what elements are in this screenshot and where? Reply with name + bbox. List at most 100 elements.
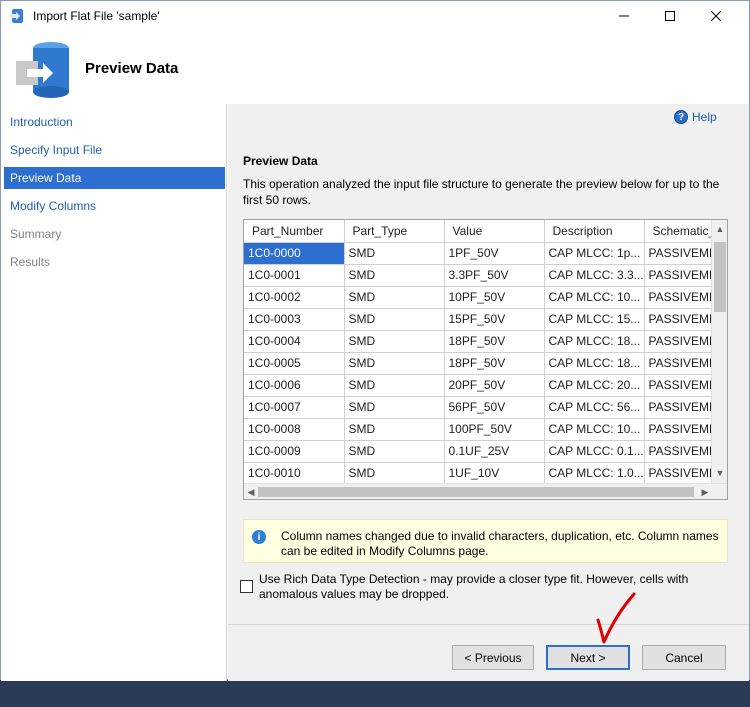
vertical-scroll-thumb[interactable]	[714, 242, 726, 312]
import-flat-file-icon	[10, 9, 23, 23]
table-cell[interactable]: CAP MLCC: 15...	[544, 308, 645, 331]
minimize-button[interactable]	[601, 1, 647, 31]
sidebar-item-specify-input-file[interactable]: Specify Input File	[4, 139, 225, 161]
table-cell[interactable]: CAP MLCC: 56...	[544, 396, 645, 419]
horizontal-scrollbar[interactable]: ◀ ▶	[244, 483, 727, 499]
previous-button[interactable]: < Previous	[452, 645, 534, 670]
column-header[interactable]: Description	[544, 220, 645, 243]
scroll-down-icon[interactable]: ▼	[712, 468, 727, 482]
close-button[interactable]	[693, 1, 739, 31]
table-cell[interactable]: SMD	[344, 396, 445, 419]
table-cell[interactable]: 10PF_50V	[444, 286, 545, 309]
info-icon: i	[252, 530, 266, 544]
table-cell[interactable]: 20PF_50V	[444, 374, 545, 397]
table-cell[interactable]: SMD	[344, 242, 445, 265]
column-header[interactable]: Part_Type	[344, 220, 445, 243]
table-cell[interactable]: 1C0-0005	[244, 352, 345, 375]
table-cell[interactable]: CAP MLCC: 3.3...	[544, 264, 645, 287]
table-cell[interactable]: 18PF_50V	[444, 352, 545, 375]
rich-data-type-label[interactable]: Use Rich Data Type Detection - may provi…	[259, 572, 729, 602]
table-cell[interactable]: SMD	[344, 374, 445, 397]
scroll-left-icon[interactable]: ◀	[244, 484, 258, 499]
table-row[interactable]: 1C0-0005 SMD 18PF_50V CAP MLCC: 18... PASSIV…	[244, 352, 727, 375]
table-cell[interactable]: SMD	[344, 264, 445, 287]
column-header[interactable]: Part_Number	[244, 220, 345, 243]
footer-divider	[228, 624, 749, 625]
table-cell[interactable]: 1C0-0008	[244, 418, 345, 441]
table-cell[interactable]: SMD	[344, 418, 445, 441]
table-header-row: Part_Number Part_Type Value Description …	[244, 220, 727, 243]
table-row[interactable]: 1C0-0000 SMD 1PF_50V CAP MLCC: 1p... PASSIVE…	[244, 242, 727, 265]
page-title: Preview Data	[85, 60, 179, 77]
sidebar-item-results: Results	[10, 255, 51, 269]
table-cell[interactable]: CAP MLCC: 0.1...	[544, 440, 645, 463]
table-cell[interactable]: 1C0-0000	[244, 242, 345, 265]
table-cell[interactable]: 18PF_50V	[444, 330, 545, 353]
table-row[interactable]: 1C0-0002 SMD 10PF_50V CAP MLCC: 10... PASSIV…	[244, 286, 727, 309]
table-cell[interactable]: 56PF_50V	[444, 396, 545, 419]
scroll-up-icon[interactable]: ▲	[712, 224, 727, 238]
table-cell[interactable]: 15PF_50V	[444, 308, 545, 331]
table-cell[interactable]: 1C0-0004	[244, 330, 345, 353]
maximize-icon	[665, 11, 675, 21]
sidebar-item-introduction[interactable]: Introduction	[4, 111, 225, 133]
table-cell[interactable]: CAP MLCC: 20...	[544, 374, 645, 397]
vertical-scrollbar[interactable]: ▲ ▼	[711, 220, 727, 484]
section-title: Preview Data	[243, 154, 318, 168]
cancel-button[interactable]: Cancel	[642, 645, 726, 670]
help-link[interactable]: ? Help	[674, 110, 717, 124]
maximize-button[interactable]	[647, 1, 693, 31]
table-row[interactable]: 1C0-0003 SMD 15PF_50V CAP MLCC: 15... PASSIV…	[244, 308, 727, 331]
table-cell[interactable]: SMD	[344, 286, 445, 309]
table-cell[interactable]: 1C0-0002	[244, 286, 345, 309]
table-row[interactable]: 1C0-0001 SMD 3.3PF_50V CAP MLCC: 3.3... PASS…	[244, 264, 727, 287]
table-cell[interactable]: 1C0-0006	[244, 374, 345, 397]
title-bar: Import Flat File 'sample'	[1, 1, 749, 31]
import-flat-file-window: Import Flat File 'sample' Preview Data I…	[0, 0, 750, 681]
help-icon: ?	[674, 110, 688, 124]
red-checkmark-icon	[596, 592, 636, 644]
rich-data-type-checkbox[interactable]	[240, 580, 253, 593]
column-header[interactable]: Value	[444, 220, 545, 243]
info-message: Column names changed due to invalid char…	[281, 529, 719, 558]
table-cell[interactable]: 100PF_50V	[444, 418, 545, 441]
table-cell[interactable]: 1C0-0003	[244, 308, 345, 331]
preview-data-grid[interactable]: Part_Number Part_Type Value Description …	[243, 219, 728, 500]
scroll-right-icon[interactable]: ▶	[698, 484, 712, 499]
horizontal-scroll-thumb[interactable]	[258, 487, 694, 497]
table-cell[interactable]: SMD	[344, 352, 445, 375]
table-row[interactable]: 1C0-0009 SMD 0.1UF_25V CAP MLCC: 0.1... PASS…	[244, 440, 727, 463]
table-cell[interactable]: CAP MLCC: 18...	[544, 352, 645, 375]
table-cell[interactable]: 1PF_50V	[444, 242, 545, 265]
table-cell[interactable]: 1UF_10V	[444, 462, 545, 485]
table-cell[interactable]: SMD	[344, 330, 445, 353]
table-row[interactable]: 1C0-0007 SMD 56PF_50V CAP MLCC: 56... PASSIV…	[244, 396, 727, 419]
table-cell[interactable]: CAP MLCC: 18...	[544, 330, 645, 353]
table-cell[interactable]: SMD	[344, 462, 445, 485]
sidebar-item-preview-data[interactable]: Preview Data	[4, 167, 225, 189]
table-cell[interactable]: 1C0-0007	[244, 396, 345, 419]
database-import-icon	[16, 42, 69, 98]
wizard-header: Preview Data	[1, 31, 749, 104]
table-row[interactable]: 1C0-0008 SMD 100PF_50V CAP MLCC: 10... PASSI…	[244, 418, 727, 441]
table-cell[interactable]: CAP MLCC: 10...	[544, 286, 645, 309]
table-body: 1C0-0000 SMD 1PF_50V CAP MLCC: 1p... PASSIVE…	[244, 242, 727, 499]
preview-table: Part_Number Part_Type Value Description …	[244, 220, 727, 499]
table-cell[interactable]: 0.1UF_25V	[444, 440, 545, 463]
table-cell[interactable]: CAP MLCC: 10...	[544, 418, 645, 441]
table-row[interactable]: 1C0-0004 SMD 18PF_50V CAP MLCC: 18... PASSIV…	[244, 330, 727, 353]
table-cell[interactable]: CAP MLCC: 1.0...	[544, 462, 645, 485]
table-cell[interactable]: SMD	[344, 308, 445, 331]
table-cell[interactable]: SMD	[344, 440, 445, 463]
table-row[interactable]: 1C0-0010 SMD 1UF_10V CAP MLCC: 1.0... PASSIV…	[244, 462, 727, 485]
table-cell[interactable]: 3.3PF_50V	[444, 264, 545, 287]
sidebar-item-modify-columns[interactable]: Modify Columns	[4, 195, 225, 217]
table-cell[interactable]: 1C0-0010	[244, 462, 345, 485]
table-cell[interactable]: CAP MLCC: 1p...	[544, 242, 645, 265]
table-cell[interactable]: 1C0-0009	[244, 440, 345, 463]
minimize-icon	[619, 15, 629, 17]
help-label: Help	[692, 110, 717, 124]
table-row[interactable]: 1C0-0006 SMD 20PF_50V CAP MLCC: 20... PASSIV…	[244, 374, 727, 397]
table-cell[interactable]: 1C0-0001	[244, 264, 345, 287]
wizard-steps-sidebar: Introduction Specify Input File Preview …	[1, 104, 227, 681]
